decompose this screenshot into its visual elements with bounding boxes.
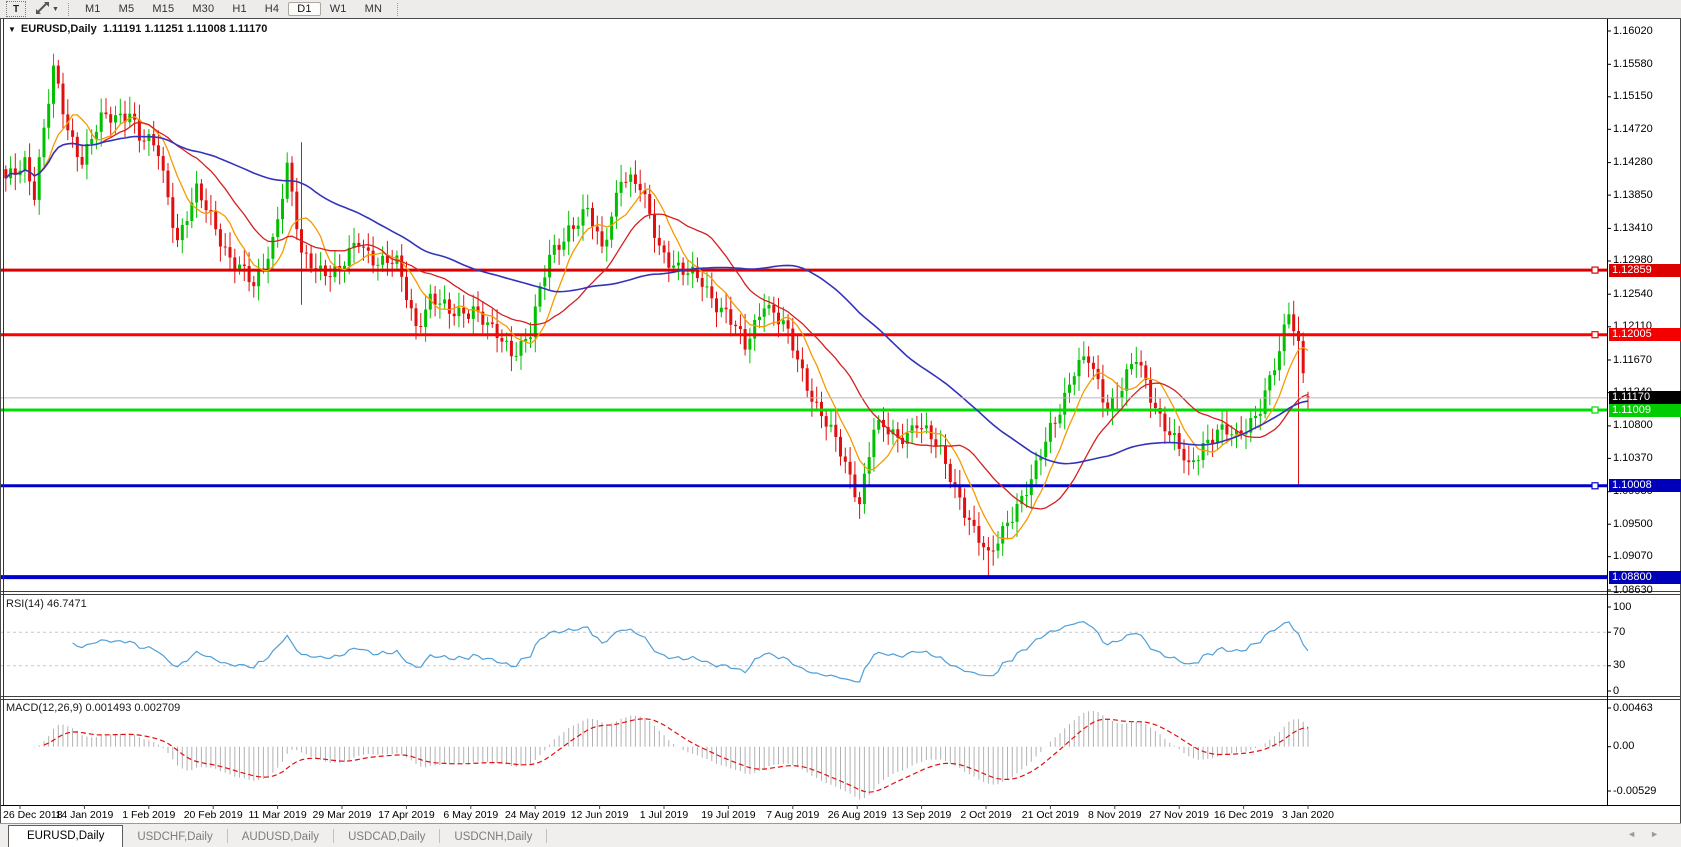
price-line-badge: 1.11009 [1609, 403, 1681, 417]
timeframe-button-M30[interactable]: M30 [183, 2, 223, 16]
date-axis-label: 29 Mar 2019 [312, 809, 372, 821]
text-tool-label: T [12, 3, 20, 15]
toolbar-separator [397, 2, 399, 16]
price-axis-label: 1.13410 [1613, 221, 1653, 234]
timeframe-button-M1[interactable]: M1 [76, 2, 110, 16]
date-axis-label: 27 Nov 2019 [1149, 809, 1209, 821]
rsi-axis-label: 0 [1613, 684, 1620, 697]
rsi-axis-label: 30 [1613, 659, 1626, 672]
date-axis-label: 2 Oct 2019 [960, 809, 1012, 821]
macd-axis-label: 0.00 [1613, 740, 1635, 753]
price-axis-label: 1.14280 [1613, 156, 1653, 169]
tab-scroll-right-icon[interactable]: ► [1650, 829, 1673, 839]
date-axis-label: 13 Sep 2019 [891, 809, 952, 821]
date-axis-label: 1 Jul 2019 [639, 809, 689, 821]
timeframe-button-H1[interactable]: H1 [223, 2, 255, 16]
chart-title: ▼ EURUSD,Daily 1.11191 1.11251 1.11008 1.… [8, 23, 267, 35]
rsi-axis-label: 70 [1613, 625, 1626, 638]
date-axis-label: 11 Mar 2019 [248, 809, 307, 821]
date-axis-label: 14 Jan 2019 [55, 809, 114, 821]
price-axis-label: 1.09070 [1613, 550, 1653, 563]
chart-tab-EURUSD[interactable]: EURUSD,Daily [8, 825, 124, 847]
chart-title-ohlc: 1.11191 1.11251 1.11008 1.11170 [102, 23, 268, 35]
date-axis-label: 6 May 2019 [443, 809, 499, 821]
price-axis-label: 1.11670 [1613, 353, 1652, 366]
rsi-line [72, 621, 1309, 683]
chart-area[interactable]: ▼ EURUSD,Daily 1.11191 1.11251 1.11008 1.… [0, 18, 1681, 824]
chart-tab-USDCNH[interactable]: USDCNH,Daily [440, 827, 546, 847]
date-axis-label: 26 Aug 2019 [827, 809, 887, 821]
timeframe-button-H4[interactable]: H4 [256, 2, 288, 16]
macd-signal-line [43, 718, 1309, 793]
timeframe-button-D1[interactable]: D1 [288, 2, 321, 16]
price-line-badge: 1.08800 [1609, 570, 1681, 584]
rsi-indicator-label: RSI(14) 46.7471 [6, 598, 87, 610]
date-axis-label: 3 Jan 2020 [1282, 809, 1334, 821]
price-chart-canvas [1, 19, 1680, 809]
price-axis-label: 1.13850 [1613, 188, 1653, 201]
diagonal-arrows-icon [35, 1, 50, 18]
price-line-badge: 1.12859 [1609, 263, 1681, 277]
toolbar-separator [67, 2, 70, 16]
macd-axis-label: -0.00529 [1613, 784, 1657, 797]
date-axis-label: 17 Apr 2019 [378, 809, 435, 821]
timeframe-button-M15[interactable]: M15 [143, 2, 183, 16]
price-axis-label: 1.09500 [1613, 517, 1653, 530]
date-axis-label: 7 Aug 2019 [766, 809, 820, 821]
price-axis-label: 1.16020 [1613, 24, 1653, 37]
price-axis-label: 1.14720 [1613, 122, 1653, 135]
date-axis-label: 20 Feb 2019 [183, 809, 243, 821]
macd-axis-label: 0.00463 [1613, 701, 1653, 714]
date-axis-label: 16 Dec 2019 [1213, 809, 1274, 821]
price-axis-label: 1.12540 [1613, 287, 1653, 300]
symbol-dropdown-icon[interactable]: ▼ [8, 25, 16, 34]
metatrader-window: T ▼ M1 M5 M15 M30 H1 H4 D1 W1 MN ▼ EURUSD,Daily 1… [0, 0, 1681, 847]
timeframe-button-M5[interactable]: M5 [110, 2, 144, 16]
chart-tab-AUDUSD[interactable]: AUDUSD,Daily [228, 827, 333, 847]
rsi-axis-label: 100 [1613, 600, 1632, 613]
chart-title-symbol: EURUSD,Daily [20, 23, 97, 35]
chart-tab-USDCHF[interactable]: USDCHF,Daily [123, 827, 226, 847]
horizontal-line-objects[interactable] [1, 266, 1607, 580]
price-line-badge: 1.10008 [1609, 479, 1681, 493]
current-price-badge: 1.11170 [1609, 391, 1681, 405]
macd-histogram [33, 710, 1309, 800]
timeframe-button-MN[interactable]: MN [356, 2, 392, 16]
tab-scroll-left-icon[interactable]: ◄ [1627, 829, 1650, 839]
price-axis-label: 1.15150 [1613, 90, 1653, 103]
date-axis-label: 8 Nov 2019 [1087, 809, 1142, 821]
candlesticks [4, 53, 1310, 578]
drawing-tool-button[interactable]: ▼ [32, 1, 62, 18]
chart-tab-USDCAD[interactable]: USDCAD,Daily [334, 827, 439, 847]
price-axis-label: 1.10800 [1613, 419, 1653, 432]
chart-tab-bar: EURUSD,Daily USDCHF,Daily AUDUSD,Daily USDC… [0, 823, 1681, 847]
tab-separator [546, 829, 548, 843]
timeframe-buttons: M1 M5 M15 M30 H1 H4 D1 W1 MN [76, 2, 391, 16]
price-axis-label: 1.10370 [1613, 451, 1653, 464]
date-axis-label: 1 Feb 2019 [122, 809, 176, 821]
date-axis-label: 24 May 2019 [504, 809, 566, 821]
date-axis-label: 21 Oct 2019 [1021, 809, 1079, 821]
date-axis-label: 19 Jul 2019 [701, 809, 756, 821]
toolbar: T ▼ M1 M5 M15 M30 H1 H4 D1 W1 MN [0, 0, 1681, 19]
date-axis-label: 12 Jun 2019 [570, 809, 629, 821]
macd-indicator-label: MACD(12,26,9) 0.001493 0.002709 [6, 702, 181, 714]
timeframe-button-W1[interactable]: W1 [321, 2, 356, 16]
tab-scroll-arrows: ◄► [1627, 829, 1673, 839]
dropdown-caret-icon: ▼ [52, 5, 59, 13]
price-axis-label: 1.08630 [1613, 583, 1653, 596]
text-tool-button[interactable]: T [6, 1, 26, 17]
price-line-badge: 1.12005 [1609, 328, 1681, 342]
moving-average-8 [5, 114, 1309, 540]
price-axis-label: 1.15580 [1613, 57, 1653, 70]
